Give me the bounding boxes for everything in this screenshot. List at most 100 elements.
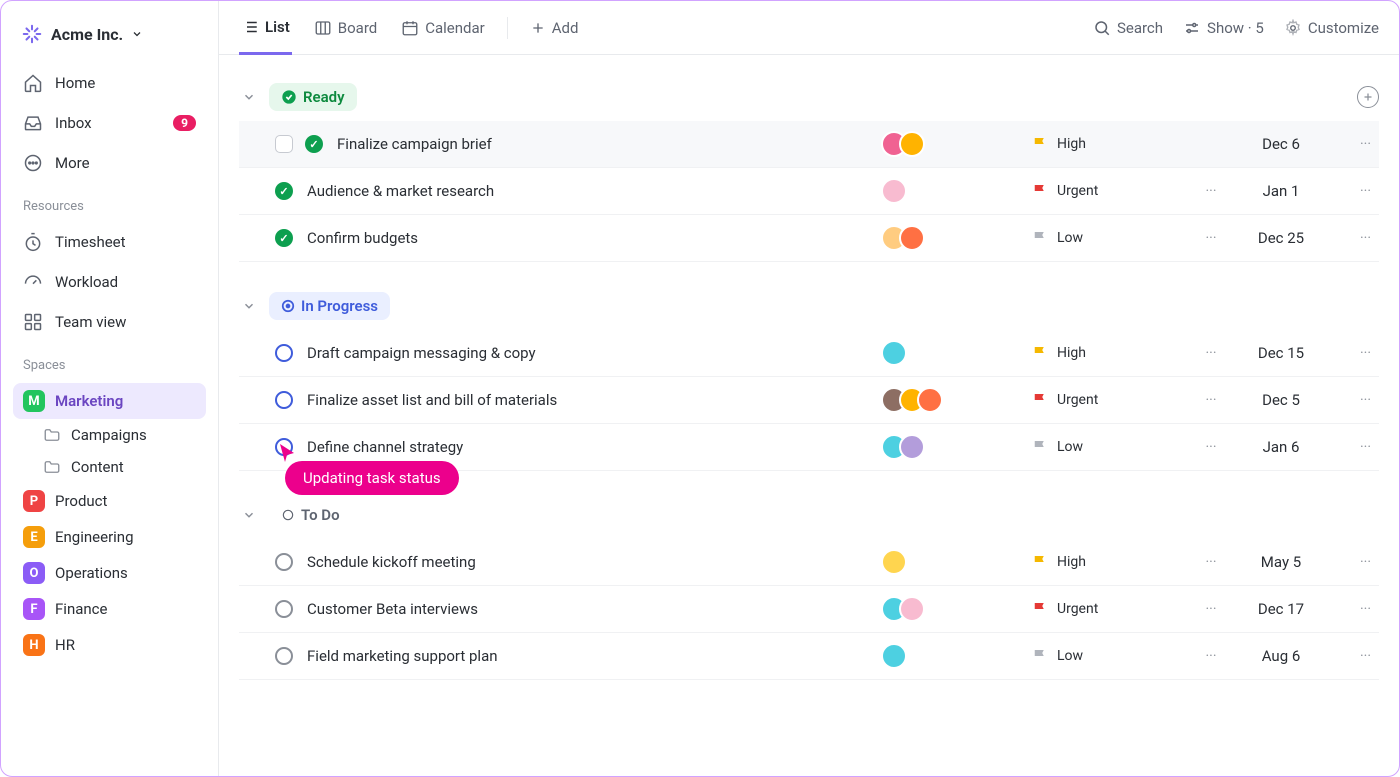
due-date[interactable]: Aug 6: [1231, 647, 1331, 665]
view-tab-list[interactable]: List: [239, 2, 292, 55]
gauge-icon: [23, 272, 43, 292]
space-item-operations[interactable]: OOperations: [13, 555, 206, 591]
row-actions[interactable]: ···: [1331, 230, 1371, 246]
task-status-icon[interactable]: [275, 600, 293, 618]
avatar[interactable]: [899, 225, 925, 251]
task-row[interactable]: Audience & market research Urgent ··· Ja…: [239, 168, 1379, 215]
due-date[interactable]: Jan 6: [1231, 438, 1331, 456]
task-row[interactable]: Customer Beta interviews Urgent ··· Dec …: [239, 586, 1379, 633]
group-status-pill[interactable]: In Progress: [269, 292, 390, 320]
task-status-icon[interactable]: [305, 135, 323, 153]
row-actions[interactable]: ···: [1331, 392, 1371, 408]
task-status-icon[interactable]: [275, 229, 293, 247]
row-menu[interactable]: ···: [1191, 230, 1231, 246]
nav-label: Workload: [55, 273, 118, 291]
priority-cell[interactable]: Urgent: [1031, 391, 1191, 409]
nav-timesheet[interactable]: Timesheet: [13, 224, 206, 260]
priority-cell[interactable]: Low: [1031, 438, 1191, 456]
avatar[interactable]: [899, 131, 925, 157]
group-status-pill[interactable]: To Do: [269, 501, 352, 529]
task-row[interactable]: Draft campaign messaging & copy High ···…: [239, 330, 1379, 377]
nav-home[interactable]: Home: [13, 65, 206, 101]
group-collapse-toggle[interactable]: [239, 505, 259, 525]
task-name: Define channel strategy: [307, 438, 881, 456]
row-menu[interactable]: ···: [1191, 345, 1231, 361]
task-status-icon[interactable]: [275, 438, 293, 456]
view-tab-board[interactable]: Board: [312, 3, 379, 53]
avatar[interactable]: [881, 340, 907, 366]
group-collapse-toggle[interactable]: [239, 87, 259, 107]
priority-cell[interactable]: High: [1031, 553, 1191, 571]
task-row[interactable]: Schedule kickoff meeting High ··· May 5 …: [239, 539, 1379, 586]
row-menu[interactable]: ···: [1191, 392, 1231, 408]
due-date[interactable]: Dec 6: [1231, 135, 1331, 153]
priority-cell[interactable]: High: [1031, 135, 1191, 153]
row-menu[interactable]: ···: [1191, 601, 1231, 617]
row-actions[interactable]: ···: [1331, 183, 1371, 199]
nav-workload[interactable]: Workload: [13, 264, 206, 300]
row-actions[interactable]: ···: [1331, 554, 1371, 570]
due-date[interactable]: May 5: [1231, 553, 1331, 571]
due-date[interactable]: Dec 5: [1231, 391, 1331, 409]
view-add[interactable]: Add: [528, 3, 581, 53]
task-row[interactable]: Finalize asset list and bill of material…: [239, 377, 1379, 424]
avatar[interactable]: [881, 643, 907, 669]
priority-cell[interactable]: Urgent: [1031, 182, 1191, 200]
space-item-hr[interactable]: HHR: [13, 627, 206, 663]
task-row[interactable]: Confirm budgets Low ··· Dec 25 ···: [239, 215, 1379, 262]
priority-cell[interactable]: Low: [1031, 647, 1191, 665]
show-button[interactable]: Show · 5: [1183, 19, 1264, 37]
space-badge-icon: P: [23, 490, 45, 512]
avatar[interactable]: [899, 434, 925, 460]
task-status-icon[interactable]: [275, 553, 293, 571]
row-actions[interactable]: ···: [1331, 648, 1371, 664]
search-button[interactable]: Search: [1093, 19, 1163, 37]
due-date[interactable]: Dec 25: [1231, 229, 1331, 247]
priority-cell[interactable]: Urgent: [1031, 600, 1191, 618]
row-menu[interactable]: ···: [1191, 648, 1231, 664]
priority-cell[interactable]: High: [1031, 344, 1191, 362]
space-item-finance[interactable]: FFinance: [13, 591, 206, 627]
workspace-switcher[interactable]: Acme Inc.: [13, 17, 206, 51]
task-status-icon[interactable]: [275, 647, 293, 665]
task-checkbox[interactable]: [275, 135, 293, 153]
space-item-product[interactable]: PProduct: [13, 483, 206, 519]
group-collapse-toggle[interactable]: [239, 296, 259, 316]
row-menu[interactable]: ···: [1191, 183, 1231, 199]
row-menu[interactable]: ···: [1191, 554, 1231, 570]
row-actions[interactable]: ···: [1331, 439, 1371, 455]
row-actions[interactable]: ···: [1331, 601, 1371, 617]
row-actions[interactable]: ···: [1331, 345, 1371, 361]
task-row[interactable]: Define channel strategy Low ··· Jan 6 ··…: [239, 424, 1379, 471]
due-date[interactable]: Jan 1: [1231, 182, 1331, 200]
assignees: [881, 434, 1031, 460]
due-date[interactable]: Dec 15: [1231, 344, 1331, 362]
avatar[interactable]: [881, 549, 907, 575]
group-add-button[interactable]: [1357, 86, 1379, 108]
customize-label: Customize: [1308, 19, 1379, 37]
nav-more[interactable]: More: [13, 145, 206, 181]
task-status-icon[interactable]: [275, 344, 293, 362]
nav-teamview[interactable]: Team view: [13, 304, 206, 340]
space-item-marketing[interactable]: MMarketing: [13, 383, 206, 419]
task-name: Confirm budgets: [307, 229, 881, 247]
view-tab-calendar[interactable]: Calendar: [399, 3, 487, 53]
task-status-icon[interactable]: [275, 391, 293, 409]
task-status-icon[interactable]: [275, 182, 293, 200]
row-menu[interactable]: ···: [1191, 439, 1231, 455]
avatar[interactable]: [899, 596, 925, 622]
task-row[interactable]: Finalize campaign brief High Dec 6 ···: [239, 121, 1379, 168]
row-actions[interactable]: ···: [1331, 136, 1371, 152]
due-date[interactable]: Dec 17: [1231, 600, 1331, 618]
folder-item-campaigns[interactable]: Campaigns: [13, 419, 206, 451]
group-status-pill[interactable]: Ready: [269, 83, 357, 111]
folder-item-content[interactable]: Content: [13, 451, 206, 483]
customize-button[interactable]: Customize: [1284, 19, 1379, 37]
folder-label: Campaigns: [71, 426, 147, 444]
nav-inbox[interactable]: Inbox 9: [13, 105, 206, 141]
avatar[interactable]: [881, 178, 907, 204]
priority-cell[interactable]: Low: [1031, 229, 1191, 247]
avatar[interactable]: [917, 387, 943, 413]
task-row[interactable]: Field marketing support plan Low ··· Aug…: [239, 633, 1379, 680]
space-item-engineering[interactable]: EEngineering: [13, 519, 206, 555]
